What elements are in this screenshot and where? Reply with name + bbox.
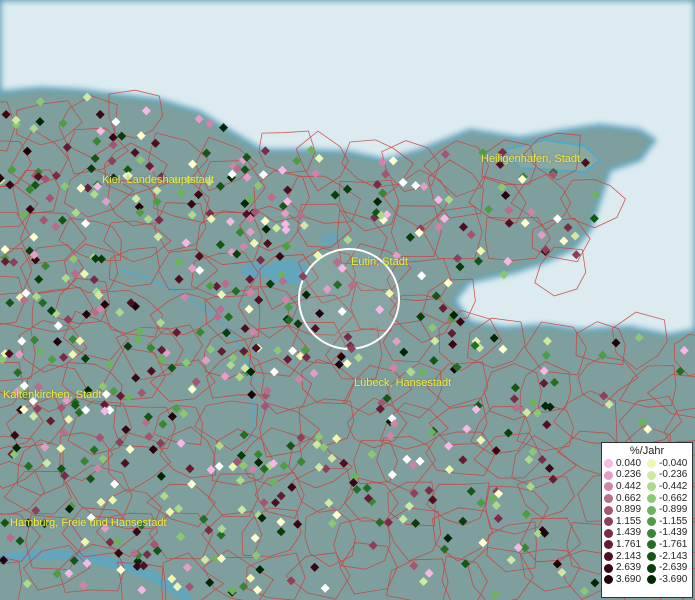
legend-row: -0.236 bbox=[647, 470, 690, 482]
legend-swatch bbox=[647, 494, 656, 504]
legend-swatch bbox=[604, 459, 613, 469]
legend-label: -0.662 bbox=[659, 492, 688, 504]
legend-swatch bbox=[604, 482, 613, 492]
legend-swatch bbox=[604, 563, 613, 573]
legend-label: -3.690 bbox=[659, 573, 688, 585]
city-label-kiel: Kiel, Landeshauptstadt bbox=[102, 174, 214, 186]
legend-swatch bbox=[604, 575, 613, 585]
legend-row: 1.761 bbox=[604, 539, 647, 551]
legend-swatch bbox=[647, 505, 656, 515]
legend-swatch bbox=[647, 459, 656, 469]
legend-swatch bbox=[647, 528, 656, 538]
legend-row: -0.442 bbox=[647, 481, 690, 493]
map-canvas bbox=[0, 0, 695, 600]
legend-swatch bbox=[604, 540, 613, 550]
legend-row: 3.690 bbox=[604, 574, 647, 586]
legend-positive-column: 0.040 0.236 0.442 0.662 0.899 1.155 1.439 1.761… bbox=[604, 458, 647, 586]
legend-label: -0.236 bbox=[659, 469, 688, 481]
legend-label: 0.662 bbox=[616, 492, 642, 504]
legend-row: 0.662 bbox=[604, 493, 647, 505]
legend-row: 0.040 bbox=[604, 458, 647, 470]
legend-row: -1.155 bbox=[647, 516, 690, 528]
legend-swatch bbox=[647, 540, 656, 550]
legend-swatch bbox=[604, 494, 613, 504]
map-view[interactable]: Kiel, Landeshauptstadt Heiligenhafen, St… bbox=[0, 0, 695, 600]
map-legend: %/Jahr 0.040 0.236 0.442 0.662 0.899 1.155 1.4… bbox=[601, 442, 693, 598]
city-label-heiligenhafen: Heiligenhafen, Stadt bbox=[481, 153, 581, 165]
legend-label: 0.442 bbox=[616, 480, 642, 492]
legend-row: -0.899 bbox=[647, 504, 690, 516]
legend-row: -2.143 bbox=[647, 551, 690, 563]
legend-label: -1.439 bbox=[659, 527, 688, 539]
lake bbox=[241, 262, 269, 278]
legend-row: 0.442 bbox=[604, 481, 647, 493]
legend-swatch bbox=[647, 552, 656, 562]
legend-negative-column: -0.040 -0.236 -0.442 -0.662 -0.899 -1.155 -1.4… bbox=[647, 458, 690, 586]
legend-label: -2.143 bbox=[659, 550, 688, 562]
legend-label: 2.639 bbox=[616, 562, 642, 574]
legend-swatch bbox=[604, 517, 613, 527]
city-label-eutin: Eutin, Stadt bbox=[351, 256, 408, 268]
legend-row: -0.662 bbox=[647, 493, 690, 505]
legend-label: 1.155 bbox=[616, 515, 642, 527]
legend-label: -1.155 bbox=[659, 515, 688, 527]
legend-row: 0.899 bbox=[604, 504, 647, 516]
legend-swatch bbox=[647, 563, 656, 573]
legend-label: 3.690 bbox=[616, 573, 642, 585]
legend-label: -0.040 bbox=[659, 457, 688, 469]
legend-label: -1.761 bbox=[659, 538, 688, 550]
legend-label: 1.439 bbox=[616, 527, 642, 539]
legend-row: -3.690 bbox=[647, 574, 690, 586]
legend-row: 0.236 bbox=[604, 470, 647, 482]
legend-row: -0.040 bbox=[647, 458, 690, 470]
legend-swatch bbox=[604, 505, 613, 515]
legend-label: 0.236 bbox=[616, 469, 642, 481]
legend-row: -1.761 bbox=[647, 539, 690, 551]
legend-swatch bbox=[604, 552, 613, 562]
legend-swatch bbox=[647, 470, 656, 480]
legend-swatch bbox=[647, 482, 656, 492]
legend-label: 1.761 bbox=[616, 538, 642, 550]
legend-label: 2.143 bbox=[616, 550, 642, 562]
city-label-hamburg: Hamburg, Freie und Hansestadt bbox=[10, 517, 167, 529]
legend-row: 2.639 bbox=[604, 562, 647, 574]
legend-label: -2.639 bbox=[659, 562, 688, 574]
legend-label: 0.899 bbox=[616, 504, 642, 516]
legend-row: 2.143 bbox=[604, 551, 647, 563]
legend-swatch bbox=[647, 575, 656, 585]
legend-row: -1.439 bbox=[647, 528, 690, 540]
legend-label: -0.899 bbox=[659, 504, 688, 516]
city-label-kaltenkirchen: Kaltenkirchen, Stadt bbox=[3, 389, 102, 401]
legend-swatch bbox=[647, 517, 656, 527]
legend-row: 1.439 bbox=[604, 528, 647, 540]
legend-swatch bbox=[604, 470, 613, 480]
legend-label: 0.040 bbox=[616, 457, 642, 469]
legend-title: %/Jahr bbox=[629, 445, 665, 457]
legend-swatch bbox=[604, 528, 613, 538]
legend-row: -2.639 bbox=[647, 562, 690, 574]
city-label-luebeck: Lübeck, Hansestadt bbox=[354, 377, 452, 389]
legend-label: -0.442 bbox=[659, 480, 688, 492]
legend-row: 1.155 bbox=[604, 516, 647, 528]
